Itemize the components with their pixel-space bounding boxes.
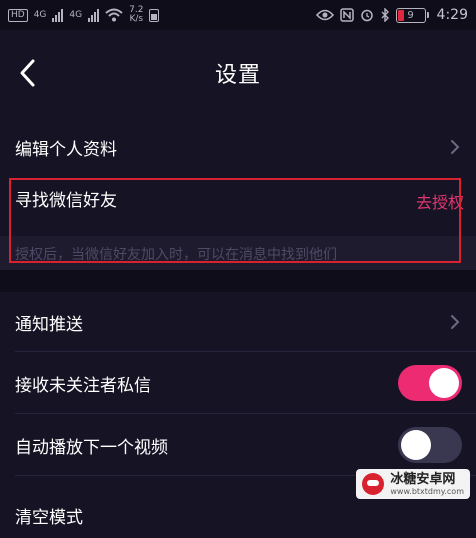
wifi-icon: [105, 8, 123, 22]
chevron-left-icon[interactable]: [16, 58, 40, 88]
authorize-button[interactable]: 去授权: [416, 189, 464, 213]
autoplay-toggle[interactable]: [398, 427, 462, 463]
row-autoplay: 自动播放下一个视频: [0, 414, 476, 476]
row-notifications[interactable]: 通知推送: [0, 292, 476, 352]
small-battery-icon: [149, 8, 160, 22]
settings-group-1: 编辑个人资料: [0, 115, 476, 179]
alarm-icon: [360, 9, 373, 22]
signal-icon-2: [88, 8, 100, 22]
wechat-hint-text: 授权后，当微信好友加入时，可以在消息中找到他们: [15, 247, 337, 263]
nfc-icon: [339, 8, 354, 22]
find-wechat-label: 寻找微信好友: [15, 191, 117, 211]
chevron-right-icon: [451, 140, 460, 154]
signal-icon: [52, 8, 64, 22]
row-label: 清空模式: [15, 507, 83, 528]
network-type-1: 4G: [33, 9, 47, 20]
status-bar: HD 4G 4G 7.2 K/s 9 4:29: [0, 0, 476, 30]
watermark-url: www.btxtdmy.com: [390, 486, 464, 496]
gamepad-logo-icon: [362, 473, 385, 495]
hd-icon: HD: [8, 8, 28, 22]
section-gap: [0, 270, 476, 292]
clock: 4:29: [436, 7, 468, 23]
watermark-name: 冰糖安卓网: [390, 471, 456, 487]
row-edit-profile[interactable]: 编辑个人资料: [0, 115, 476, 179]
page-title: 设置: [214, 62, 261, 88]
battery-icon: 9: [395, 7, 429, 23]
settings-group-2: 通知推送 接收未关注者私信 自动播放下一个视频 清空模式: [0, 292, 476, 538]
nav-bar: 设置: [0, 30, 476, 115]
network-speed: 7.2 K/s: [129, 5, 144, 24]
bluetooth-icon: [381, 8, 389, 22]
row-label: 自动播放下一个视频: [15, 437, 168, 458]
watermark-logo: 冰糖安卓网 www.btxtdmy.com: [356, 469, 470, 499]
stranger-messages-toggle[interactable]: [398, 365, 462, 401]
row-label: 接收未关注者私信: [15, 375, 151, 396]
row-label: 通知推送: [15, 314, 83, 335]
row-label: 编辑个人资料: [15, 139, 117, 160]
eye-icon: [315, 9, 334, 21]
network-type-2: 4G: [69, 9, 83, 20]
chevron-right-icon: [451, 315, 460, 329]
row-stranger-messages: 接收未关注者私信: [0, 352, 476, 414]
